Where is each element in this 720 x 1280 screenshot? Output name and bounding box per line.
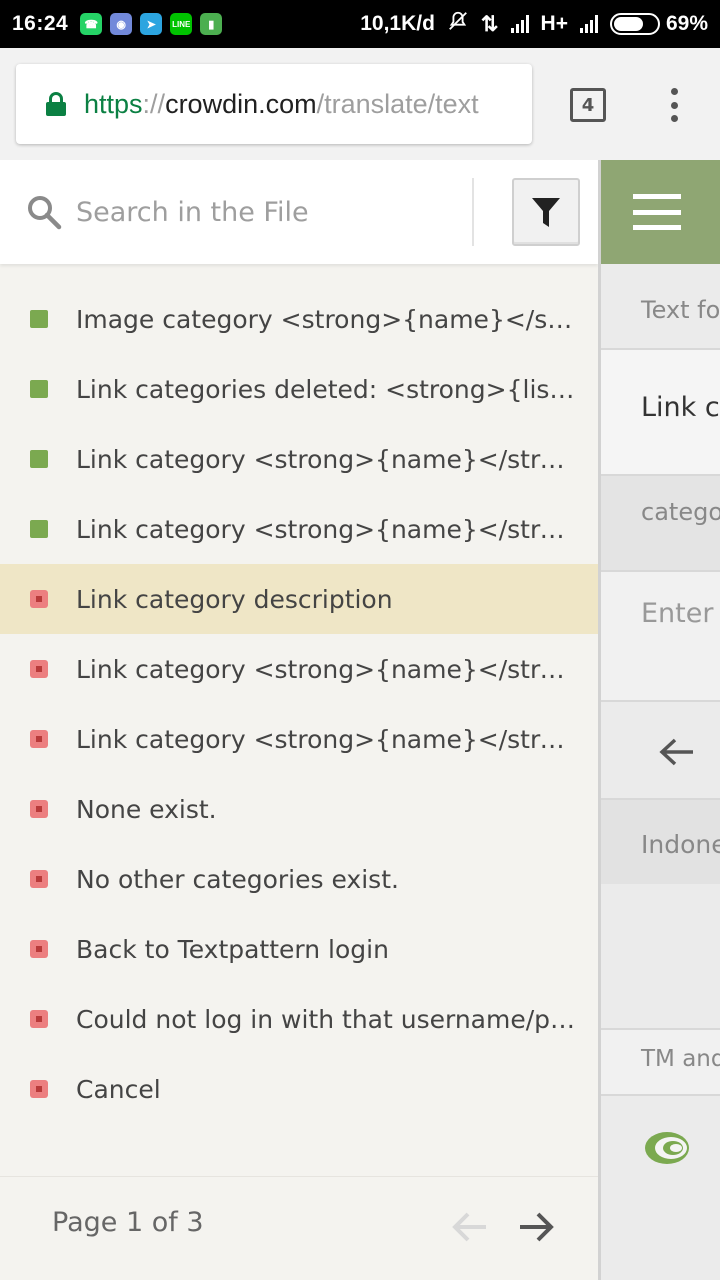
tm-label: TM and [601,1030,720,1094]
translated-status-icon [30,310,48,328]
tab-switcher-button[interactable]: 4 [570,88,606,122]
address-bar[interactable]: https://crowdin.com/translate/text [16,64,532,144]
battery-saver-icon: ▮ [200,13,223,35]
signal-icon [510,15,529,33]
string-text: Link category <strong>{name}</strong> ..… [76,514,576,544]
text-for-label: Text fo [641,296,720,324]
string-row[interactable]: None exist. [0,774,598,844]
string-text: Link categories deleted: <strong>{list}<… [76,374,576,404]
string-text: Image category <strong>{name}</strong> .… [76,304,576,334]
string-row[interactable]: Cancel [0,1054,598,1124]
url-text[interactable]: https://crowdin.com/translate/text [84,89,479,120]
string-row[interactable]: Back to Textpattern login [0,914,598,984]
pagination: Page 1 of 3 [0,1176,598,1280]
untranslated-status-icon [30,660,48,678]
context-label: catego [601,476,720,570]
translated-status-icon [30,520,48,538]
untranslated-status-icon [30,870,48,888]
search-bar [0,160,598,264]
string-text: None exist. [76,794,217,824]
string-text: Link category <strong>{name}</strong> ..… [76,444,576,474]
string-row[interactable]: No other categories exist. [0,844,598,914]
search-input[interactable] [76,188,456,236]
string-text: Back to Textpattern login [76,934,389,964]
network-type: H+ [540,12,568,35]
string-text: Link category <strong>{name}</strong> ..… [76,654,576,684]
string-row[interactable]: Image category <strong>{name}</strong> .… [0,284,598,354]
status-bar: 16:24 ☎ ◉ ➤ LINE ▮ 10,1K/d ⇅ H+ 69% [0,0,720,48]
string-text: Link category description [76,584,393,614]
browser-menu-button[interactable] [664,88,684,122]
string-text: Link category <strong>{name}</strong> ..… [76,724,576,754]
discord-icon: ◉ [110,13,133,35]
filter-icon [532,198,560,227]
filter-button[interactable] [512,178,580,246]
string-row[interactable]: Link category <strong>{name}</strong> ..… [0,424,598,494]
next-page-arrow-icon[interactable] [514,1205,558,1249]
page-indicator: Page 1 of 3 [52,1207,204,1238]
editor-panel: Text fo Link ca catego Enter t Indone TM… [598,160,720,1280]
string-text: Could not log in with that username/pass… [76,1004,576,1034]
mute-icon [447,10,469,38]
untranslated-status-icon [30,1080,48,1098]
untranslated-status-icon [30,1010,48,1028]
untranslated-status-icon [30,940,48,958]
untranslated-status-icon [30,730,48,748]
lock-icon[interactable] [46,92,66,116]
search-icon [28,196,62,230]
network-speed: 10,1K/d [360,12,435,35]
string-row[interactable]: Link category description [0,564,598,634]
hamburger-menu-icon[interactable] [633,194,681,230]
telegram-icon: ➤ [140,13,163,35]
data-transfer-icon: ⇅ [480,12,499,36]
string-list: Image category <strong>{name}</strong> .… [0,214,598,1124]
string-row[interactable]: Link category <strong>{name}</strong> ..… [0,634,598,704]
string-text: Cancel [76,1074,161,1104]
battery-percent: 69% [665,12,708,35]
untranslated-status-icon [30,800,48,818]
string-row[interactable]: Link categories deleted: <strong>{list}<… [0,354,598,424]
clock: 16:24 [12,12,69,35]
back-arrow-icon[interactable] [657,732,697,772]
string-list-panel: Image category <strong>{name}</strong> .… [0,160,598,1280]
source-text: Link ca [601,350,720,476]
crowdin-logo-icon [645,1132,689,1164]
translation-input[interactable]: Enter t [601,572,720,700]
string-text: No other categories exist. [76,864,399,894]
divider [472,178,474,246]
battery-icon [609,13,660,35]
editor-header [601,160,720,264]
previous-page-arrow-icon[interactable] [448,1205,492,1249]
translated-status-icon [30,450,48,468]
string-row[interactable]: Could not log in with that username/pass… [0,984,598,1054]
string-row[interactable]: Link category <strong>{name}</strong> ..… [0,494,598,564]
line-icon: LINE [170,13,193,35]
whatsapp-icon: ☎ [80,13,103,35]
notification-icons: ☎ ◉ ➤ LINE ▮ [80,13,223,35]
translated-status-icon [30,380,48,398]
language-label: Indone [601,800,720,884]
browser-toolbar: https://crowdin.com/translate/text 4 [0,48,720,160]
string-row[interactable]: Link category <strong>{name}</strong> ..… [0,704,598,774]
signal-icon-2 [579,15,598,33]
untranslated-status-icon [30,590,48,608]
